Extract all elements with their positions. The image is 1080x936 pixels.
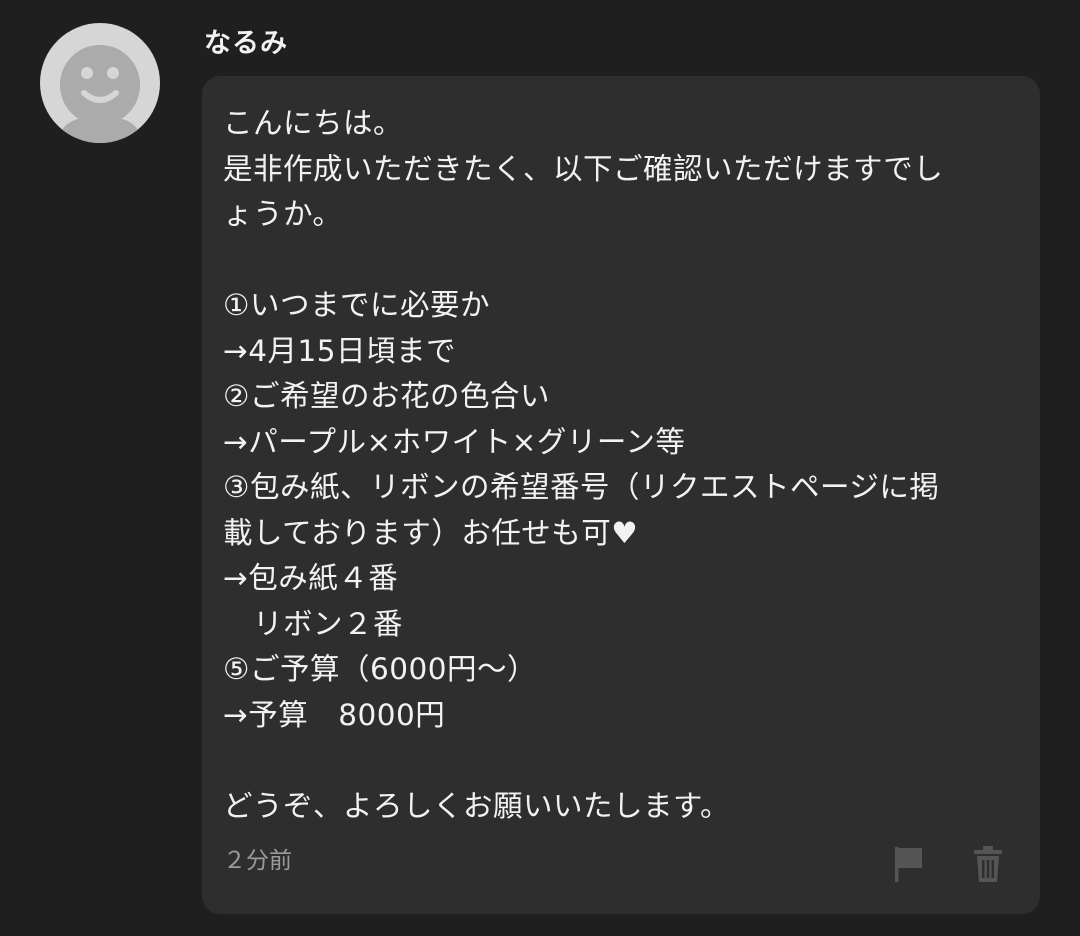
- delete-button[interactable]: [970, 844, 1006, 884]
- report-button[interactable]: [891, 844, 927, 884]
- flag-icon: [895, 847, 922, 882]
- message-bubble: こんにちは。 是非作成いただきたく、以下ご確認いただけますでし ょうか。 ①いつ…: [202, 76, 1040, 914]
- smiley-face-icon: [60, 45, 140, 143]
- trash-icon: [974, 846, 1002, 882]
- comment-screen: なるみ こんにちは。 是非作成いただきたく、以下ご確認いただけますでし ょうか。…: [0, 0, 1080, 936]
- avatar[interactable]: [40, 23, 160, 143]
- username[interactable]: なるみ: [204, 26, 288, 62]
- timestamp: ２分前: [223, 848, 292, 874]
- message-text: こんにちは。 是非作成いただきたく、以下ご確認いただけますでし ょうか。 ①いつ…: [223, 106, 944, 823]
